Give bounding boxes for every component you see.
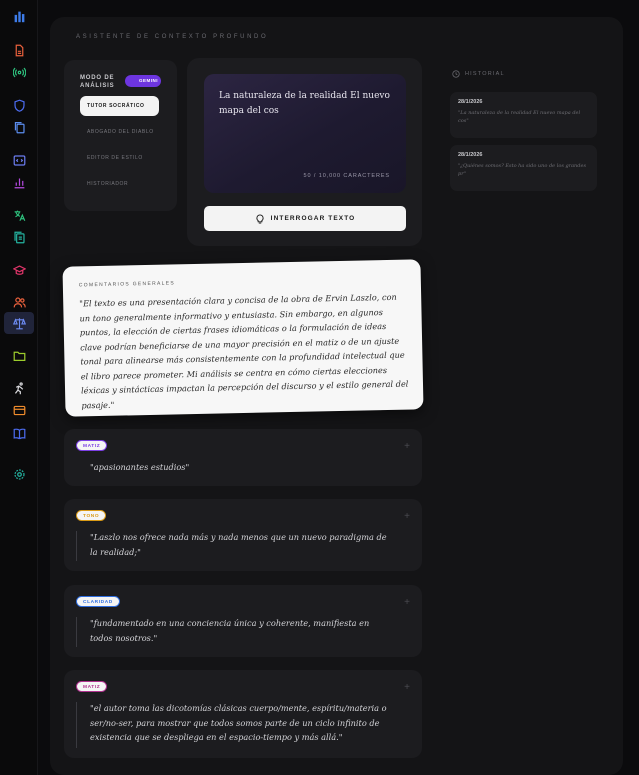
graduation-cap-icon[interactable] bbox=[11, 262, 27, 278]
note-card[interactable]: Matiz + "apasionantes estudios" bbox=[64, 429, 422, 486]
copy-icon[interactable] bbox=[11, 119, 27, 135]
settings-icon[interactable] bbox=[11, 466, 27, 482]
scale-icon[interactable] bbox=[11, 315, 27, 331]
note-card[interactable]: Matiz + "el autor toma las dicotomías cl… bbox=[64, 670, 422, 758]
mode-item-editor[interactable]: Editor de estilo bbox=[80, 148, 159, 168]
code-icon[interactable] bbox=[11, 152, 27, 168]
note-badge: Claridad bbox=[76, 596, 120, 607]
history-item[interactable]: 28/1/2026 "¿Quiénes somos? Esto ha sido … bbox=[450, 145, 597, 191]
mode-label: Modo de análisis bbox=[80, 75, 115, 89]
run-icon[interactable] bbox=[11, 380, 27, 396]
note-badge: Matiz bbox=[76, 440, 108, 451]
history-item[interactable]: 28/1/2026 "La naturaleza de la realidad … bbox=[450, 92, 597, 138]
mode-item-historiador[interactable]: Historiador bbox=[80, 174, 159, 194]
card-icon[interactable] bbox=[11, 402, 27, 418]
mode-item-abogado[interactable]: Abogado del diablo bbox=[80, 122, 159, 142]
lightbulb-icon bbox=[256, 214, 264, 224]
note-text: "fundamentado en una conciencia única y … bbox=[90, 618, 370, 643]
text-input-value[interactable]: La naturaleza de la realidad El nuevo ma… bbox=[219, 89, 399, 119]
interrogate-button[interactable]: INTERROGAR TEXTO bbox=[204, 206, 406, 231]
history-date: 28/1/2026 bbox=[458, 99, 483, 105]
book-icon[interactable] bbox=[11, 425, 27, 441]
history-header: Historial bbox=[452, 70, 505, 78]
expand-icon[interactable]: + bbox=[404, 442, 410, 452]
note-text: "el autor toma las dicotomías clásicas c… bbox=[90, 703, 387, 742]
clock-icon bbox=[452, 70, 460, 78]
general-comments-card: Comentarios generales "El texto es una p… bbox=[62, 259, 424, 417]
model-toggle[interactable]: GEMINI bbox=[125, 75, 161, 87]
note-text: "apasionantes estudios" bbox=[90, 462, 190, 472]
note-card[interactable]: Tono + "Laszlo nos ofrece nada más y nad… bbox=[64, 499, 422, 571]
logo-icon[interactable] bbox=[11, 8, 27, 24]
bar-chart-icon[interactable] bbox=[11, 174, 27, 190]
note-badge: Matiz bbox=[76, 681, 108, 692]
note-text: "Laszlo nos ofrece nada más y nada menos… bbox=[90, 532, 387, 557]
folder-icon[interactable] bbox=[11, 347, 27, 363]
expand-icon[interactable]: + bbox=[404, 683, 410, 693]
toggle-label: GEMINI bbox=[139, 78, 159, 83]
files-icon[interactable] bbox=[11, 229, 27, 245]
interrogate-label: INTERROGAR TEXTO bbox=[270, 215, 356, 222]
page-title: Asistente de contexto profundo bbox=[76, 34, 269, 40]
quote-bar bbox=[76, 702, 77, 748]
note-card[interactable]: Claridad + "fundamentado en una concienc… bbox=[64, 585, 422, 657]
quote-bar bbox=[76, 531, 77, 561]
sidebar bbox=[0, 0, 38, 775]
general-comments-title: Comentarios generales bbox=[78, 280, 176, 289]
general-comments-text: "El texto es una presentación clara y co… bbox=[79, 291, 409, 410]
file-icon[interactable] bbox=[11, 42, 27, 58]
history-title: Historial bbox=[465, 71, 505, 77]
note-badge: Tono bbox=[76, 510, 107, 521]
translate-icon[interactable] bbox=[11, 207, 27, 223]
char-count: 50 / 10,000 caracteres bbox=[303, 173, 390, 179]
expand-icon[interactable]: + bbox=[404, 598, 410, 608]
mode-item-tutor[interactable]: Tutor socrático bbox=[80, 96, 159, 116]
quote-bar bbox=[76, 617, 77, 647]
broadcast-icon[interactable] bbox=[11, 64, 27, 80]
users-icon[interactable] bbox=[11, 294, 27, 310]
shield-icon[interactable] bbox=[11, 97, 27, 113]
history-text: "¿Quiénes somos? Esto ha sido uno de los… bbox=[458, 163, 587, 177]
history-text: "La naturaleza de la realidad El nuevo m… bbox=[458, 110, 581, 124]
expand-icon[interactable]: + bbox=[404, 512, 410, 522]
history-date: 28/1/2026 bbox=[458, 152, 483, 158]
